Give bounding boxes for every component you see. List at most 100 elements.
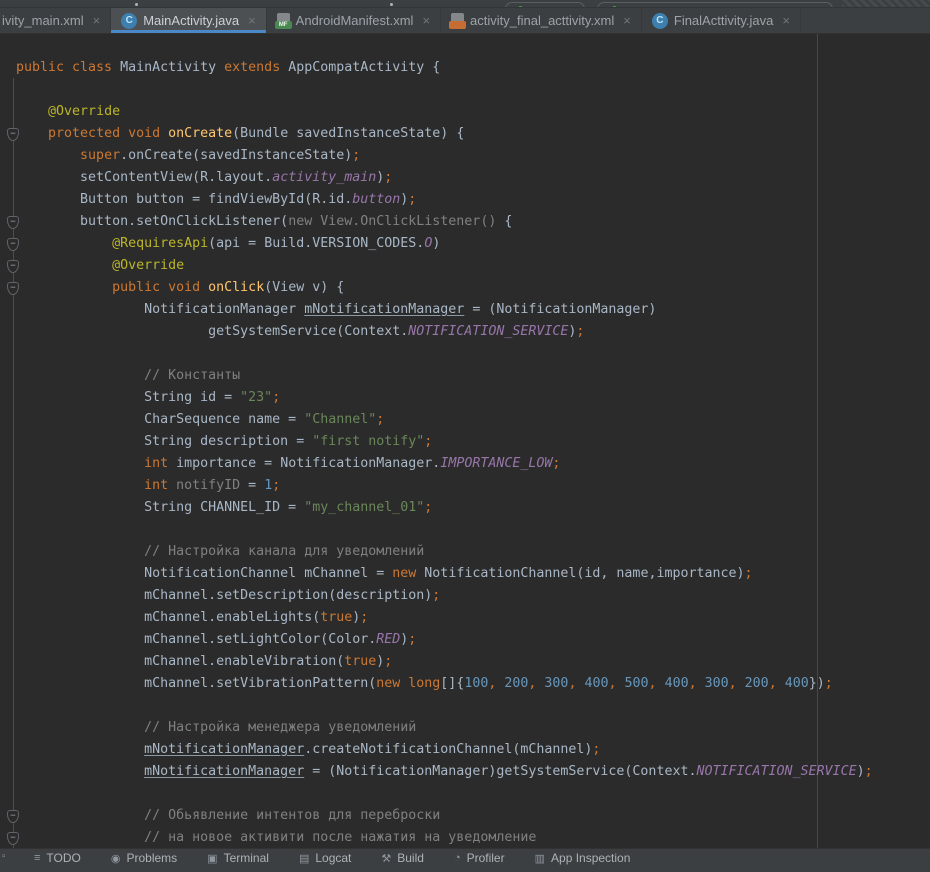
code-token: ;	[408, 632, 416, 647]
code-token: // Настройка менеджера уведомлений	[144, 720, 416, 735]
code-line: int importance = NotificationManager.IMP…	[16, 453, 873, 475]
status-item-profiler[interactable]: ◔Profiler	[454, 851, 505, 865]
code-token: @Override	[112, 258, 184, 273]
code-token: ;	[384, 654, 392, 669]
code-token: int	[144, 478, 176, 493]
code-token: 400	[665, 676, 689, 691]
tab-activity-final-acttivity-xml[interactable]: activity_final_acttivity.xml×	[441, 8, 642, 33]
code-line: NotificationChannel mChannel = new Notif…	[16, 563, 873, 585]
code-token: button	[352, 192, 400, 207]
code-line: CharSequence name = "Channel";	[16, 409, 873, 431]
fold-guide-line	[13, 78, 14, 848]
code-token: ,	[609, 676, 625, 691]
code-token	[16, 764, 144, 779]
code-line: public class MainActivity extends AppCom…	[16, 57, 873, 79]
code-token: ;	[272, 390, 280, 405]
code-token: NotificationChannel(id, name,importance)	[424, 566, 744, 581]
code-token	[16, 544, 144, 559]
code-token: getSystemService(Context.	[16, 324, 408, 339]
tab-close-icon[interactable]: ×	[422, 13, 430, 28]
code-token: ;	[745, 566, 753, 581]
manifest-file-icon: MF	[277, 13, 290, 28]
code-area[interactable]: public class MainActivity extends AppCom…	[16, 57, 873, 848]
status-item-problems[interactable]: ◉Problems	[111, 851, 177, 865]
code-token: NOTIFICATION_SERVICE	[408, 324, 568, 339]
code-line: // Обьявление интентов для переброски	[16, 805, 873, 827]
code-token: = (NotificationManager)getSystemService(…	[304, 764, 696, 779]
code-token: ;	[352, 148, 360, 163]
tab-close-icon[interactable]: ×	[248, 13, 256, 28]
toolbar-dot-icon	[135, 3, 138, 6]
code-token: onCreate	[168, 126, 232, 141]
code-token: true	[344, 654, 376, 669]
code-line: protected void onCreate(Bundle savedInst…	[16, 123, 873, 145]
code-token	[16, 126, 48, 141]
code-token: RED	[376, 632, 400, 647]
code-token: mChannel.setVibrationPattern(	[16, 676, 376, 691]
code-line: Button button = findViewById(R.id.button…	[16, 189, 873, 211]
status-item-label: Profiler	[467, 851, 505, 865]
code-token: IMPORTANCE_LOW	[440, 456, 552, 471]
code-line	[16, 783, 873, 805]
code-line: mNotificationManager = (NotificationMana…	[16, 761, 873, 783]
code-token: int	[144, 456, 176, 471]
code-token: {	[504, 214, 512, 229]
logcat-icon: ▤	[299, 852, 309, 865]
status-item-build[interactable]: ⚒Build	[381, 851, 424, 865]
code-token: setContentView(R.layout.	[16, 170, 272, 185]
code-token	[16, 830, 144, 845]
code-token: notifyID	[176, 478, 240, 493]
code-token: importance = NotificationManager.	[176, 456, 440, 471]
editor[interactable]: public class MainActivity extends AppCom…	[0, 34, 930, 848]
editor-tabs: ivity_main.xml×CMainActivity.java×MFAndr…	[0, 8, 930, 34]
code-token: "my_channel_01"	[304, 500, 424, 515]
code-token: (api = Build.VERSION_CODES.	[208, 236, 424, 251]
code-token: ,	[568, 676, 584, 691]
code-line: mChannel.setLightColor(Color.RED);	[16, 629, 873, 651]
code-token: protected void	[48, 126, 168, 141]
code-token: ,	[769, 676, 785, 691]
code-line: // на новое активити после нажатия на ув…	[16, 827, 873, 848]
code-line: // Настройка менеджера уведомлений	[16, 717, 873, 739]
code-line: mChannel.setVibrationPattern(new long[]{…	[16, 673, 873, 695]
android-xml-badge	[449, 21, 466, 29]
tab-close-icon[interactable]: ×	[623, 13, 631, 28]
active-tab-underline	[111, 30, 265, 33]
code-token: mChannel.enableLights(	[16, 610, 320, 625]
tab-close-icon[interactable]: ×	[782, 13, 790, 28]
code-token: ;	[272, 478, 280, 493]
code-token: ;	[592, 742, 600, 757]
tab-close-icon[interactable]: ×	[93, 13, 101, 28]
code-token: mNotificationManager	[304, 302, 464, 317]
code-token: =	[240, 478, 264, 493]
tab-finalacttivity-java[interactable]: CFinalActtivity.java×	[642, 8, 801, 33]
code-token: "Channel"	[304, 412, 376, 427]
code-token: NOTIFICATION_SERVICE	[696, 764, 856, 779]
java-class-icon: C	[652, 13, 668, 29]
tab-ivity-main-xml[interactable]: ivity_main.xml×	[0, 8, 111, 33]
code-token: .createNotificationChannel(mChannel)	[304, 742, 592, 757]
code-token: )	[857, 764, 865, 779]
code-line: // Константы	[16, 365, 873, 387]
code-line: String description = "first notify";	[16, 431, 873, 453]
tab-mainactivity-java[interactable]: CMainActivity.java×	[111, 8, 266, 33]
tab-androidmanifest-xml[interactable]: MFAndroidManifest.xml×	[267, 8, 441, 33]
status-item-todo[interactable]: ≡TODO	[34, 851, 81, 865]
code-token: ;	[376, 412, 384, 427]
code-line: getSystemService(Context.NOTIFICATION_SE…	[16, 321, 873, 343]
terminal-icon: ▣	[207, 852, 217, 865]
code-token: CharSequence name =	[16, 412, 304, 427]
code-token	[16, 456, 144, 471]
code-token: 300	[544, 676, 568, 691]
status-item-app-inspection[interactable]: ▥App Inspection	[535, 851, 631, 865]
status-item-terminal[interactable]: ▣Terminal	[207, 851, 269, 865]
code-token: AppCompatActivity {	[288, 60, 440, 75]
code-line	[16, 343, 873, 365]
code-line: setContentView(R.layout.activity_main);	[16, 167, 873, 189]
status-item-logcat[interactable]: ▤Logcat	[299, 851, 351, 865]
code-token: = (NotificationManager)	[464, 302, 656, 317]
code-token: mNotificationManager	[144, 764, 304, 779]
code-token: ,	[729, 676, 745, 691]
code-token	[16, 808, 144, 823]
code-token: extends	[224, 60, 288, 75]
